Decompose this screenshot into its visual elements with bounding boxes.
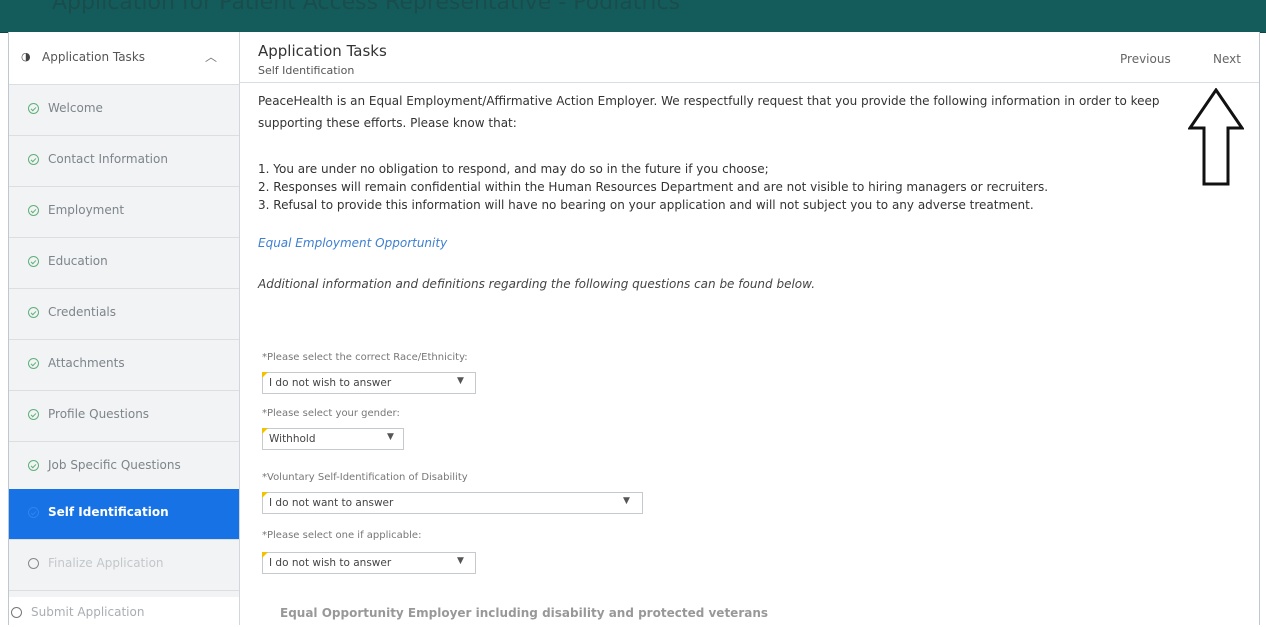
list-item: 1. You are under no obligation to respon… (258, 162, 769, 176)
sidebar-item-label: Attachments (48, 356, 125, 370)
main-header: Application Tasks Self Identification Pr… (240, 32, 1259, 83)
eeo-link[interactable]: Equal Employment Opportunity (258, 232, 447, 254)
gender-value: Withhold (269, 433, 316, 445)
list-item: 3. Refusal to provide this information w… (258, 198, 1034, 212)
circle-icon (28, 558, 39, 569)
check-circle-icon (28, 358, 39, 369)
sidebar-item-education[interactable]: Education (9, 238, 239, 289)
disability-label: *Voluntary Self-Identification of Disabi… (262, 472, 468, 483)
eeo-points-list: 1. You are under no obligation to respon… (258, 160, 1208, 214)
sidebar-item-contact-information[interactable]: Contact Information (9, 136, 239, 187)
sidebar-item-label: Job Specific Questions (48, 458, 181, 472)
applicable-select[interactable]: I do not wish to answer ▼ (262, 552, 476, 574)
race-ethnicity-value: I do not wish to answer (269, 377, 392, 389)
chevron-up-icon[interactable]: ︿ (205, 48, 217, 65)
task-sidebar: ◑ Application Tasks ︿ Welcome Contact In… (9, 32, 240, 627)
circle-icon (11, 607, 22, 618)
sidebar-item-job-specific-questions[interactable]: Job Specific Questions (9, 442, 239, 493)
caret-down-icon: ▼ (457, 556, 464, 566)
sidebar-item-label: Education (48, 254, 108, 268)
sidebar-item-finalize-application[interactable]: Finalize Application (9, 540, 239, 591)
caret-down-icon: ▼ (457, 376, 464, 386)
check-circle-icon (28, 205, 39, 216)
applicable-value: I do not wish to answer (269, 557, 392, 569)
sidebar-item-label: Credentials (48, 305, 117, 319)
main-panel: Application Tasks Self Identification Pr… (240, 32, 1259, 625)
caret-down-icon: ▼ (623, 496, 630, 506)
race-ethnicity-select[interactable]: I do not wish to answer ▼ (262, 372, 476, 394)
sidebar-item-label: Finalize Application (48, 556, 164, 570)
list-item: 2. Responses will remain confidential wi… (258, 180, 1049, 194)
sidebar-item-label: Self Identification (48, 505, 169, 519)
caret-down-icon: ▼ (387, 432, 394, 442)
sidebar-item-credentials[interactable]: Credentials (9, 289, 239, 340)
eeo-intro-text: PeaceHealth is an Equal Employment/Affir… (258, 94, 1160, 130)
sidebar-item-attachments[interactable]: Attachments (9, 340, 239, 391)
additional-info-text: Additional information and definitions r… (258, 277, 816, 291)
applicable-label: *Please select one if applicable: (262, 530, 422, 541)
sidebar-item-employment[interactable]: Employment (9, 187, 239, 238)
page-title: Application Tasks (258, 42, 387, 60)
sidebar-item-label: Contact Information (48, 152, 168, 166)
app-topbar: Application for Patient Access Represent… (0, 0, 1266, 33)
window-title: Application for Patient Access Represent… (52, 0, 681, 15)
previous-button[interactable]: Previous (1120, 52, 1171, 66)
sidebar-item-welcome[interactable]: Welcome (9, 85, 239, 136)
race-ethnicity-label: *Please select the correct Race/Ethnicit… (262, 352, 468, 363)
check-circle-icon (28, 103, 39, 114)
sidebar-item-profile-questions[interactable]: Profile Questions (9, 391, 239, 442)
partial-heading: Equal Opportunity Employer including dis… (280, 606, 769, 620)
sidebar-item-label: Employment (48, 203, 125, 217)
sidebar-item-self-identification[interactable]: Self Identification (9, 489, 239, 540)
check-circle-icon (28, 409, 39, 420)
sidebar-header[interactable]: ◑ Application Tasks ︿ (9, 32, 239, 85)
disability-value: I do not want to answer (269, 497, 394, 509)
application-frame: ◑ Application Tasks ︿ Welcome Contact In… (8, 32, 1260, 627)
check-circle-icon (28, 307, 39, 318)
gender-label: *Please select your gender: (262, 408, 400, 419)
sidebar-item-label: Welcome (48, 101, 103, 115)
sidebar-header-label: Application Tasks (42, 50, 146, 64)
next-button[interactable]: Next (1213, 52, 1241, 66)
disability-select[interactable]: I do not want to answer ▼ (262, 492, 643, 514)
check-circle-icon (28, 460, 39, 471)
check-circle-icon (28, 154, 39, 165)
page-subtitle: Self Identification (258, 64, 355, 77)
half-circle-icon: ◑ (21, 50, 31, 63)
gender-select[interactable]: Withhold ▼ (262, 428, 404, 450)
sidebar-item-submit-application[interactable]: Submit Application (9, 597, 239, 627)
sidebar-item-label: Profile Questions (48, 407, 150, 421)
sidebar-item-label: Submit Application (31, 605, 145, 619)
check-circle-icon (28, 256, 39, 267)
check-circle-icon (28, 507, 39, 518)
